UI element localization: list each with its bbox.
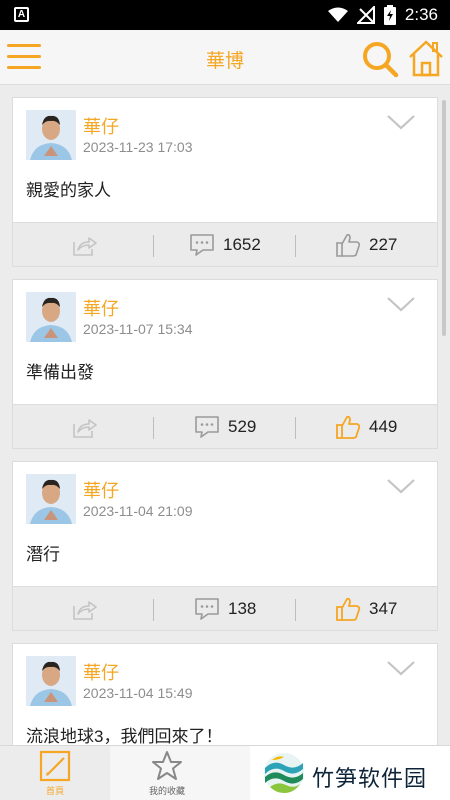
comment-button[interactable]: 529 xyxy=(194,413,256,441)
post-actions: 138 347 xyxy=(13,586,437,630)
post-card[interactable]: 華仔 2023-11-07 15:34 準備出發 529 449 xyxy=(12,279,438,449)
post-card[interactable]: 華仔 2023-11-04 15:49 流浪地球3，我們回來了！ xyxy=(12,643,438,745)
tab-label: 我的收藏 xyxy=(148,786,185,796)
chevron-down-icon[interactable] xyxy=(387,660,415,676)
app-bar: 華博 xyxy=(0,30,450,85)
post-date: 2023-11-04 21:09 xyxy=(83,503,193,519)
post-text[interactable]: 流浪地球3，我們回來了！ xyxy=(26,722,222,745)
like-count: 449 xyxy=(369,417,398,436)
post-actions: 1652 227 xyxy=(13,222,437,266)
share-icon[interactable] xyxy=(71,597,97,621)
divider xyxy=(295,235,296,257)
post-date: 2023-11-04 15:49 xyxy=(83,685,193,701)
watermark-text: 竹笋软件园 xyxy=(312,766,428,791)
star-icon xyxy=(152,751,182,780)
post-actions: 529 449 xyxy=(13,404,437,448)
post-date: 2023-11-07 15:34 xyxy=(83,321,193,337)
comment-count: 529 xyxy=(228,417,257,436)
comment-count: 138 xyxy=(228,599,257,618)
like-button[interactable]: 227 xyxy=(335,231,397,259)
share-icon[interactable] xyxy=(71,415,97,439)
wifi-icon xyxy=(327,7,348,22)
watermark: 竹笋软件园 xyxy=(250,746,450,800)
avatar[interactable] xyxy=(26,656,76,706)
chevron-down-icon[interactable] xyxy=(387,114,415,130)
like-button[interactable]: 347 xyxy=(335,595,397,623)
divider xyxy=(295,417,296,439)
share-icon[interactable] xyxy=(71,233,97,257)
post-author[interactable]: 華仔 xyxy=(83,477,119,503)
chevron-down-icon[interactable] xyxy=(387,296,415,312)
post-text[interactable]: 潛行 xyxy=(26,540,60,565)
signal-off-icon xyxy=(356,6,375,24)
post-text[interactable]: 親愛的家人 xyxy=(26,176,111,201)
thumbs-up-icon xyxy=(336,234,361,257)
comment-button[interactable]: 138 xyxy=(194,595,256,623)
app-notification-icon: A xyxy=(14,7,29,22)
avatar[interactable] xyxy=(26,292,76,342)
divider xyxy=(295,599,296,621)
like-button[interactable]: 449 xyxy=(335,413,397,441)
clock: 2:36 xyxy=(404,5,438,24)
tab-home[interactable]: 首頁 xyxy=(0,746,110,800)
post-card[interactable]: 華仔 2023-11-04 21:09 潛行 138 347 xyxy=(12,461,438,631)
comment-icon xyxy=(195,598,219,620)
divider xyxy=(153,417,154,439)
thumbs-up-icon-active xyxy=(336,597,361,621)
battery-charging-icon xyxy=(383,5,396,25)
like-count: 347 xyxy=(369,599,398,618)
bamboo-logo-icon xyxy=(264,753,304,793)
post-author[interactable]: 華仔 xyxy=(83,113,119,139)
comment-count: 1652 xyxy=(223,235,261,254)
comment-icon xyxy=(190,234,214,256)
search-icon[interactable] xyxy=(361,40,399,78)
comment-icon xyxy=(195,416,219,438)
scrollbar[interactable] xyxy=(442,100,446,336)
post-card[interactable]: 華仔 2023-11-23 17:03 親愛的家人 1652 227 xyxy=(12,97,438,267)
avatar[interactable] xyxy=(26,110,76,160)
status-icons: 2:36 xyxy=(327,5,438,25)
tab-label: 首頁 xyxy=(45,786,64,796)
chevron-down-icon[interactable] xyxy=(387,478,415,494)
post-author[interactable]: 華仔 xyxy=(83,295,119,321)
tab-favorites[interactable]: 我的收藏 xyxy=(112,746,222,800)
divider xyxy=(153,599,154,621)
post-text[interactable]: 準備出發 xyxy=(26,358,94,383)
like-count: 227 xyxy=(369,235,398,254)
edit-icon xyxy=(39,750,71,782)
avatar[interactable] xyxy=(26,474,76,524)
post-author[interactable]: 華仔 xyxy=(83,659,119,685)
divider xyxy=(153,235,154,257)
status-bar: A 2:36 xyxy=(0,0,450,30)
thumbs-up-icon-active xyxy=(336,415,361,439)
comment-button[interactable]: 1652 xyxy=(189,231,261,259)
home-icon[interactable] xyxy=(408,39,444,77)
post-date: 2023-11-23 17:03 xyxy=(83,139,193,155)
post-feed[interactable]: 華仔 2023-11-23 17:03 親愛的家人 1652 227 華仔 20… xyxy=(0,86,450,745)
